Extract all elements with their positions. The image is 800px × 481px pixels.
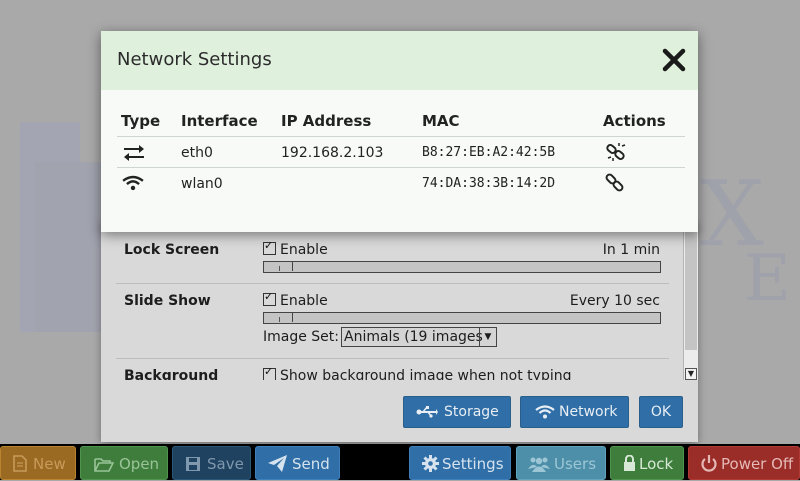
users-button-label: Users [554,455,597,473]
open-button[interactable]: Open [80,446,168,480]
save-button-label: Save [207,455,244,473]
slide-show-value: Every 10 sec [569,293,660,309]
slider-tick [279,317,280,322]
storage-button[interactable]: Storage [403,396,511,428]
ip-address: 192.168.2.103 [281,145,384,161]
wifi-icon [535,405,555,419]
new-button[interactable]: New [0,446,76,480]
setting-row-background: Background Show background image when no… [116,359,669,380]
file-icon [13,455,27,472]
power-icon [701,455,717,472]
interface-name: wlan0 [181,176,223,192]
usb-icon [416,406,438,418]
column-header-interface: Interface [181,112,258,130]
setting-label-lock-screen: Lock Screen [124,242,220,258]
image-set-value: Animals (19 images) [344,329,482,345]
checkbox-label: Show background image when not typing [280,368,572,380]
storage-button-label: Storage [444,404,499,420]
users-button[interactable]: Users [516,446,606,480]
column-header-mac: MAC [422,112,460,130]
save-icon [186,457,200,471]
open-button-label: Open [119,455,160,473]
slider-handle[interactable] [292,312,293,322]
slide-show-enable-checkbox[interactable]: Enable [263,290,328,309]
save-button[interactable]: Save [172,446,251,480]
send-button[interactable]: Send [255,446,340,480]
new-button-label: New [33,455,66,473]
checkbox-label: Enable [280,293,328,309]
table-row: wlan0 74:DA:38:3B:14:2D [117,168,685,198]
settings-button-label: Settings [442,455,504,473]
wifi-icon [122,175,144,191]
lock-icon [624,455,635,471]
gear-icon [422,455,439,472]
setting-row-slide-show: Slide Show Enable Every 10 sec Image Set… [116,284,669,358]
image-set-label: Image Set: [263,329,340,345]
dialog-header: Network Settings [101,31,698,90]
users-icon [528,457,550,472]
background-logo-letter-e: E [744,242,791,316]
lock-button-label: Lock [639,455,674,473]
scrollbar-thumb[interactable] [685,222,697,350]
image-set-select[interactable]: Animals (19 images) ▼ [341,327,497,347]
setting-label-background: Background [124,368,219,380]
network-settings-dialog: Network Settings Type Interface IP Addre… [101,31,698,232]
column-header-actions: Actions [603,112,666,130]
checkbox-icon [263,290,276,306]
ok-button[interactable]: OK [639,396,683,428]
folder-open-icon [94,458,114,472]
settings-scroll-area[interactable]: Lock Screen Enable In 1 min Slide Show E… [116,222,669,380]
column-header-type: Type [121,112,161,130]
mac-address: 74:DA:38:3B:14:2D [422,176,556,191]
checkbox-icon [263,239,276,255]
settings-dialog: Lock Screen Enable In 1 min Slide Show E… [101,222,698,442]
slider-handle[interactable] [292,261,293,271]
settings-button[interactable]: Settings [409,446,511,480]
network-button-label: Network [559,404,618,420]
power-off-button-label: Power Off [721,455,794,473]
ethernet-arrows-icon [124,145,144,161]
link-icon[interactable] [605,173,625,193]
chevron-down-icon: ▼ [479,328,496,346]
slider-tick [279,266,280,271]
column-header-ip-address: IP Address [281,112,372,130]
send-button-label: Send [292,455,330,473]
lock-screen-slider[interactable] [263,261,661,273]
paper-plane-icon [268,455,287,472]
slide-show-slider[interactable] [263,312,661,324]
mac-address: B8:27:EB:A2:42:5B [422,145,556,160]
lock-screen-enable-checkbox[interactable]: Enable [263,239,328,258]
scroll-down-arrow-icon[interactable]: ▼ [685,368,697,380]
lock-button[interactable]: Lock [610,446,684,480]
power-off-button[interactable]: Power Off [688,446,800,480]
checkbox-label: Enable [280,242,328,258]
checkbox-icon [263,365,276,380]
taskbar: New Open Save Send Settings Users Lock P… [0,444,800,480]
lock-screen-value: In 1 min [602,242,660,258]
close-icon[interactable] [661,47,687,73]
background-image-checkbox[interactable]: Show background image when not typing [263,365,572,380]
settings-scrollbar[interactable]: ▼ [683,222,698,380]
setting-label-slide-show: Slide Show [124,293,211,309]
interface-name: eth0 [181,145,213,161]
network-button[interactable]: Network [520,396,629,428]
unlink-icon[interactable] [605,142,627,162]
dialog-title: Network Settings [117,49,272,70]
table-row: eth0 192.168.2.103 B8:27:EB:A2:42:5B [117,137,685,167]
